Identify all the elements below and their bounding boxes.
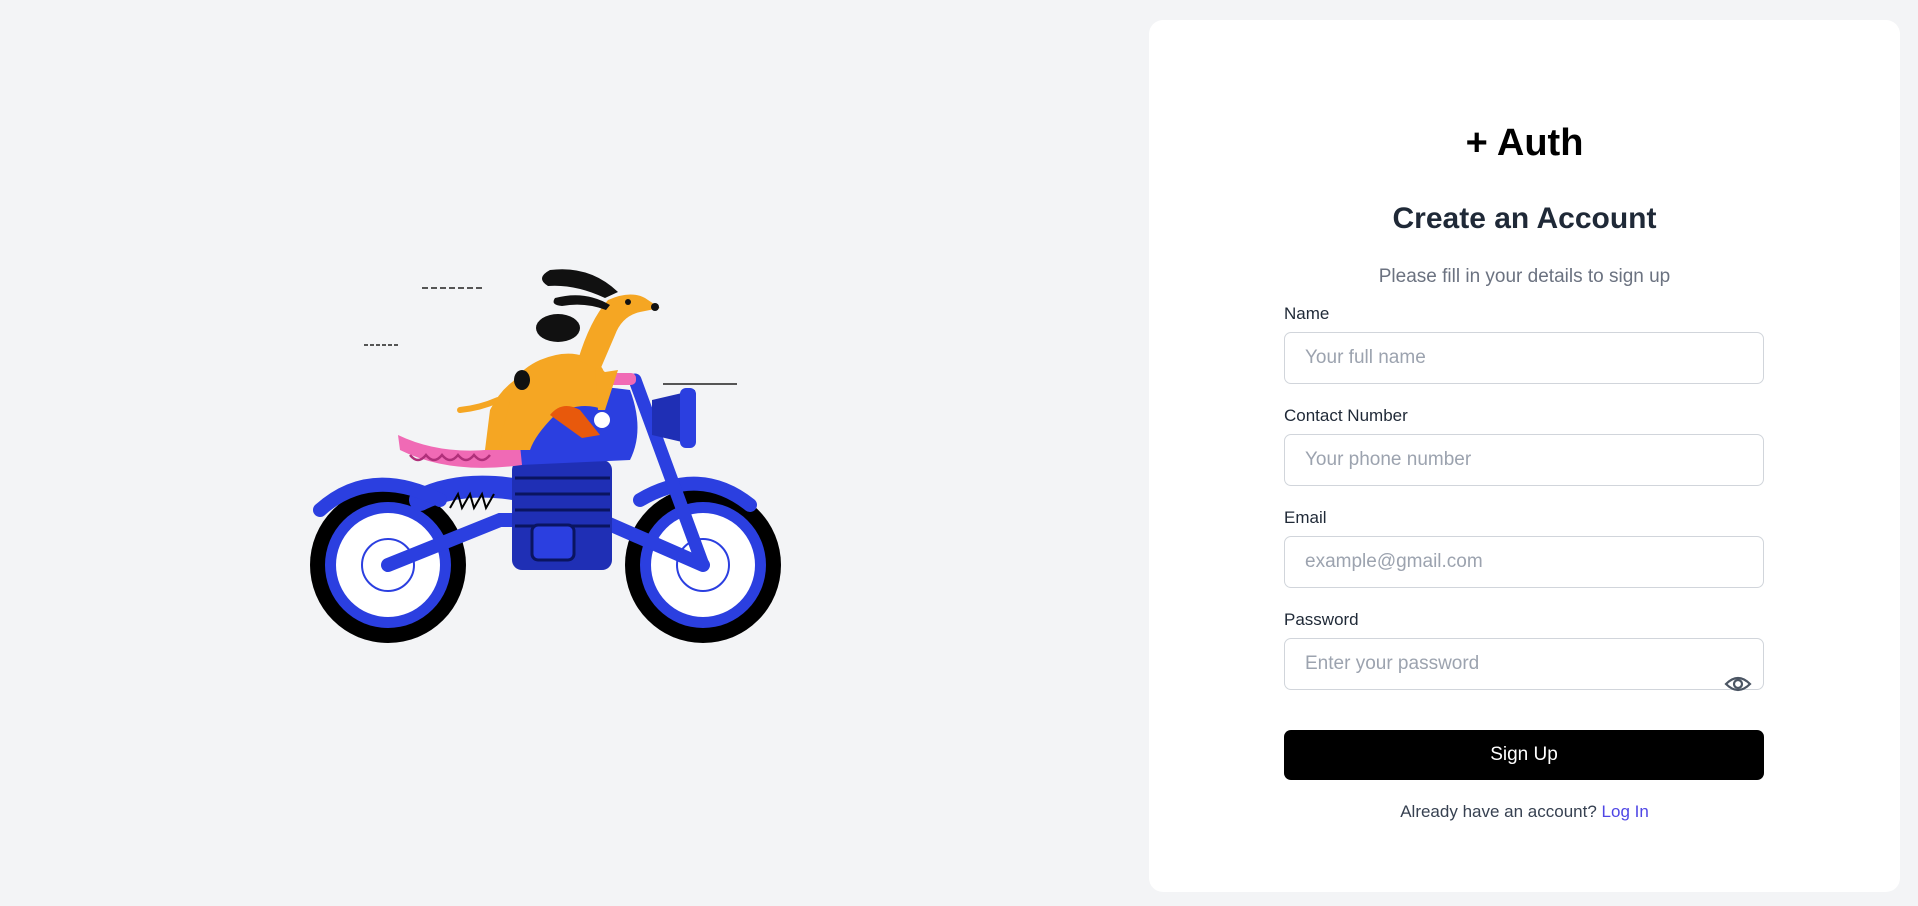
- email-field[interactable]: [1284, 536, 1764, 588]
- signup-card: + Auth Create an Account Please fill in …: [1149, 20, 1900, 892]
- contact-number-label: Contact Number: [1284, 406, 1408, 425]
- email-label: Email: [1284, 508, 1327, 527]
- password-label: Password: [1284, 610, 1359, 629]
- eye-icon[interactable]: [1724, 672, 1752, 696]
- signup-page: + Auth Create an Account Please fill in …: [0, 0, 1918, 906]
- page-subtitle: Please fill in your details to sign up: [1378, 266, 1671, 287]
- log-in-link[interactable]: Log In: [1602, 802, 1649, 821]
- login-prompt: Already have an account? Log In: [1149, 802, 1900, 822]
- brand-logo: + Auth: [1465, 122, 1584, 164]
- page-title: Create an Account: [1392, 202, 1657, 235]
- contact-number-field[interactable]: [1284, 434, 1764, 486]
- dog-riding-motorcycle-illustration: [310, 269, 781, 643]
- name-field[interactable]: [1284, 332, 1764, 384]
- name-label: Name: [1284, 304, 1330, 323]
- password-field[interactable]: [1284, 638, 1764, 690]
- login-prompt-text: Already have an account?: [1400, 802, 1597, 821]
- sign-up-button[interactable]: Sign Up: [1284, 730, 1764, 780]
